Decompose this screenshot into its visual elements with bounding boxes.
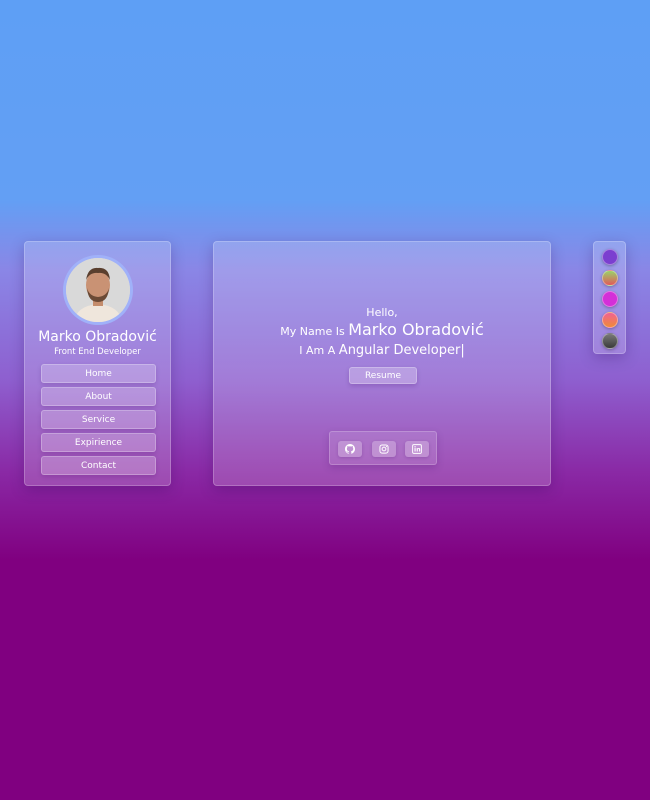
theme-swatch-gray[interactable] bbox=[602, 333, 618, 349]
avatar-photo bbox=[66, 258, 130, 322]
resume-button[interactable]: Resume bbox=[349, 367, 417, 384]
profile-name: Marko Obradović bbox=[38, 329, 157, 345]
avatar bbox=[63, 255, 133, 325]
nav-service-button[interactable]: Service bbox=[41, 410, 156, 429]
theme-switcher bbox=[593, 241, 626, 354]
hero-card: Hello, My Name Is Marko Obradović I Am A… bbox=[213, 241, 551, 486]
github-button[interactable] bbox=[338, 441, 362, 457]
theme-swatch-purple[interactable] bbox=[602, 249, 618, 265]
nav-experience-button[interactable]: Expirience bbox=[41, 433, 156, 452]
nav-contact-button[interactable]: Contact bbox=[41, 456, 156, 475]
profile-sidebar: Marko Obradović Front End Developer Home… bbox=[24, 241, 171, 486]
hero-role-prefix: I Am A bbox=[299, 344, 336, 357]
hero-role-line: I Am A Angular Developer| bbox=[214, 343, 550, 358]
social-links-bar bbox=[329, 431, 437, 465]
hero-role-typed: Angular Developer| bbox=[338, 343, 465, 358]
linkedin-button[interactable] bbox=[405, 441, 429, 457]
nav-home-button[interactable]: Home bbox=[41, 364, 156, 383]
hero-name: Marko Obradović bbox=[348, 320, 484, 339]
nav-about-button[interactable]: About bbox=[41, 387, 156, 406]
hero-greeting: Hello, bbox=[366, 306, 398, 319]
instagram-button[interactable] bbox=[372, 441, 396, 457]
hero-name-line: My Name Is Marko Obradović bbox=[214, 320, 550, 339]
hero-name-prefix: My Name Is bbox=[280, 325, 345, 338]
github-icon bbox=[345, 444, 355, 454]
sidebar-nav: Home About Service Expirience Contact bbox=[41, 364, 156, 479]
linkedin-icon bbox=[412, 444, 422, 454]
theme-swatch-pink-orange[interactable] bbox=[602, 312, 618, 328]
theme-swatch-green-red[interactable] bbox=[602, 270, 618, 286]
profile-role: Front End Developer bbox=[54, 347, 141, 357]
instagram-icon bbox=[379, 444, 389, 454]
theme-swatch-magenta[interactable] bbox=[602, 291, 618, 307]
